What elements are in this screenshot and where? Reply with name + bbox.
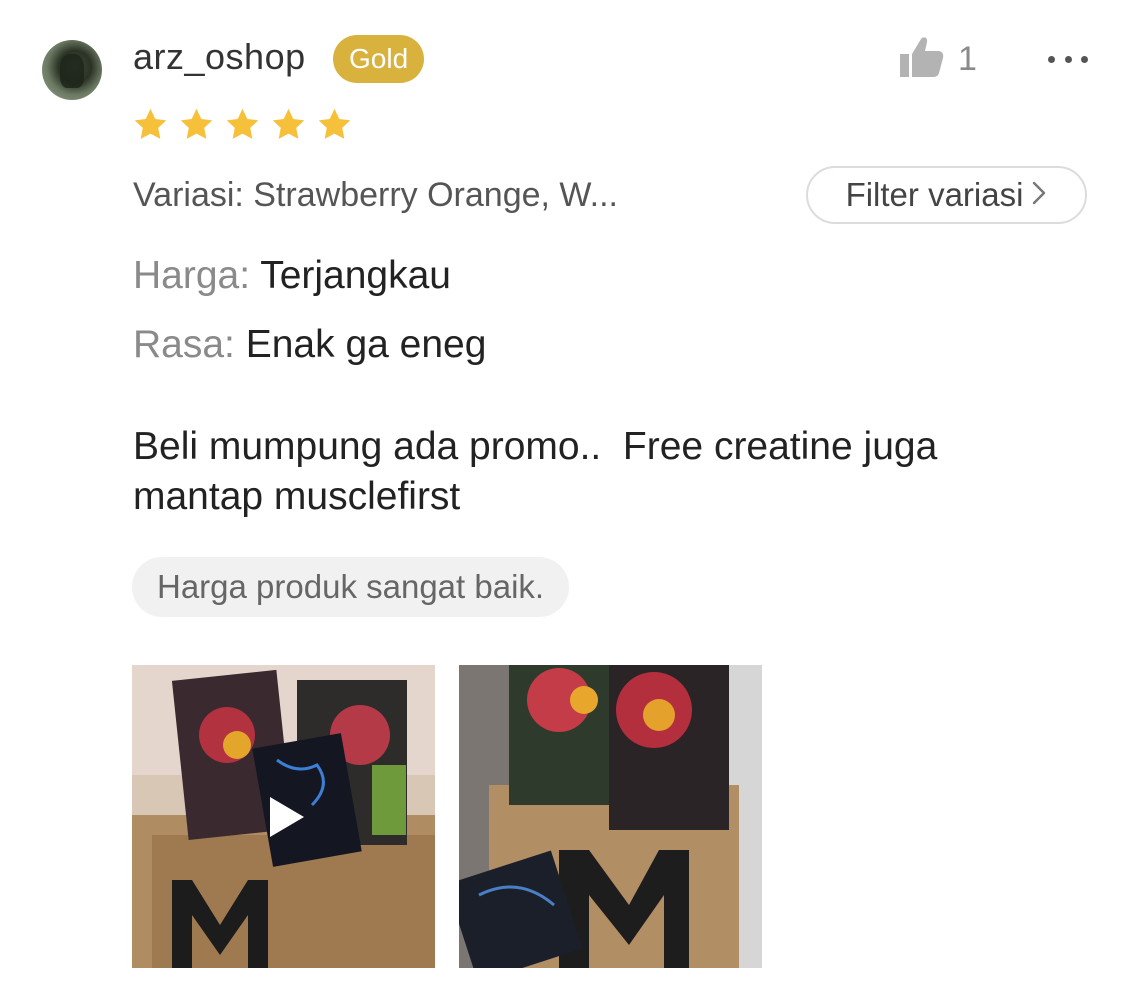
filter-variation-label: Filter variasi: [845, 176, 1024, 213]
filter-variation-button[interactable]: Filter variasi: [806, 166, 1087, 224]
media-thumbnail-image[interactable]: [459, 665, 762, 968]
star-icon: [224, 106, 261, 148]
chevron-right-icon: [1031, 176, 1047, 214]
media-thumbnail-video[interactable]: [132, 665, 435, 968]
star-icon: [132, 106, 169, 148]
thumbs-up-icon: [898, 35, 944, 84]
star-icon: [270, 106, 307, 148]
more-dots-icon[interactable]: [1048, 44, 1088, 74]
like-button[interactable]: 1: [898, 34, 977, 84]
review-text: Beli mumpung ada promo.. Free creatine j…: [133, 425, 949, 518]
like-count: 1: [958, 39, 977, 78]
status-badge: Gold: [333, 35, 425, 83]
avatar[interactable]: [42, 40, 102, 100]
star-icon: [178, 106, 215, 148]
review-tag: Harga produk sangat baik.: [132, 557, 570, 617]
attribute-price: Harga: Terjangkau: [133, 254, 451, 298]
attribute-taste: Rasa: Enak ga eneg: [133, 323, 486, 367]
attribute-key: Rasa:: [133, 323, 235, 366]
attribute-key: Harga:: [133, 254, 251, 297]
attribute-value: Enak ga eneg: [245, 323, 487, 366]
attribute-value: Terjangkau: [260, 254, 451, 297]
variation-label: Variasi: Strawberry Orange, W...: [133, 176, 618, 214]
play-icon: [254, 787, 314, 847]
username[interactable]: arz_oshop: [133, 36, 306, 78]
star-rating: [132, 106, 353, 148]
star-icon: [316, 106, 353, 148]
